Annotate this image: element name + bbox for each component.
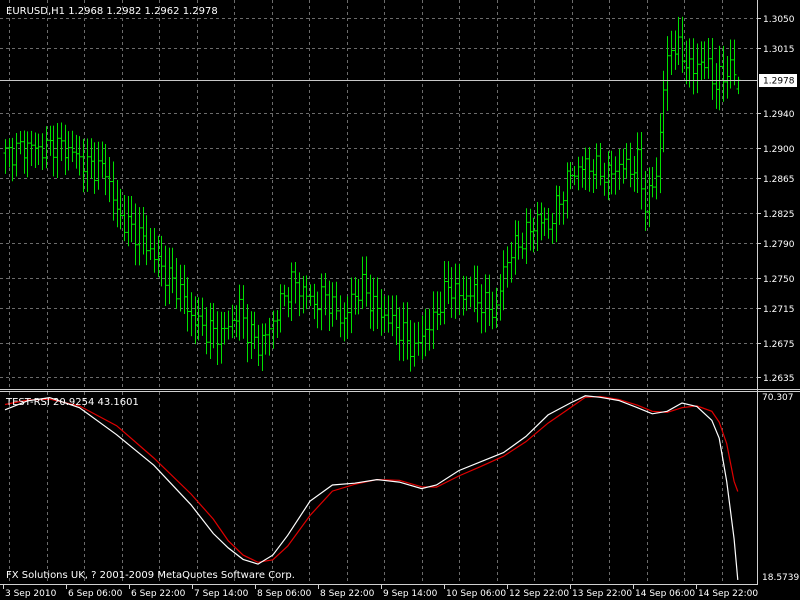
indicator-header: TEST-RSI 20.9254 43.1601: [5, 397, 139, 408]
time-tick-label: 13 Sep 22:00: [572, 589, 632, 599]
time-tick-label: 6 Sep 22:00: [131, 589, 186, 599]
current-price-value: 1.2978: [763, 77, 795, 87]
time-tick-label: 9 Sep 14:00: [383, 589, 438, 599]
price-tick-label: 1.2635: [763, 374, 795, 384]
rsi-min-label: 18.5739: [762, 573, 799, 583]
chart-background: [0, 0, 800, 600]
time-tick-label: 6 Sep 06:00: [68, 589, 123, 599]
time-tick-label: 14 Sep 22:00: [698, 589, 758, 599]
price-tick-label: 1.3050: [763, 15, 795, 25]
rsi-max-label: 70.307: [762, 393, 794, 403]
price-tick-label: 1.2715: [763, 305, 795, 315]
copyright-text: FX Solutions UK, ? 2001-2009 MetaQuotes …: [6, 570, 295, 581]
current-price-label: 1.2978: [759, 74, 797, 87]
mt4-chart-window: EURUSD,H1 1.2968 1.2982 1.2962 1.2978 TE…: [0, 0, 800, 600]
time-tick-label: 12 Sep 22:00: [509, 589, 569, 599]
time-tick-label: 8 Sep 22:00: [320, 589, 375, 599]
time-tick-label: 10 Sep 06:00: [446, 589, 506, 599]
price-tick-label: 1.2790: [763, 240, 795, 250]
price-tick-label: 1.2865: [763, 175, 795, 185]
price-tick-label: 1.3015: [763, 45, 795, 55]
price-tick-label: 1.2900: [763, 145, 795, 155]
price-tick-label: 1.2750: [763, 275, 795, 285]
price-tick-label: 1.2675: [763, 340, 795, 350]
time-tick-label: 3 Sep 2010: [5, 589, 57, 599]
time-tick-label: 14 Sep 06:00: [635, 589, 695, 599]
price-tick-label: 1.2825: [763, 210, 795, 220]
time-tick-label: 7 Sep 14:00: [194, 589, 249, 599]
time-tick-label: 8 Sep 06:00: [257, 589, 312, 599]
price-tick-label: 1.2940: [763, 110, 795, 120]
symbol-header: EURUSD,H1 1.2968 1.2982 1.2962 1.2978: [6, 6, 218, 17]
